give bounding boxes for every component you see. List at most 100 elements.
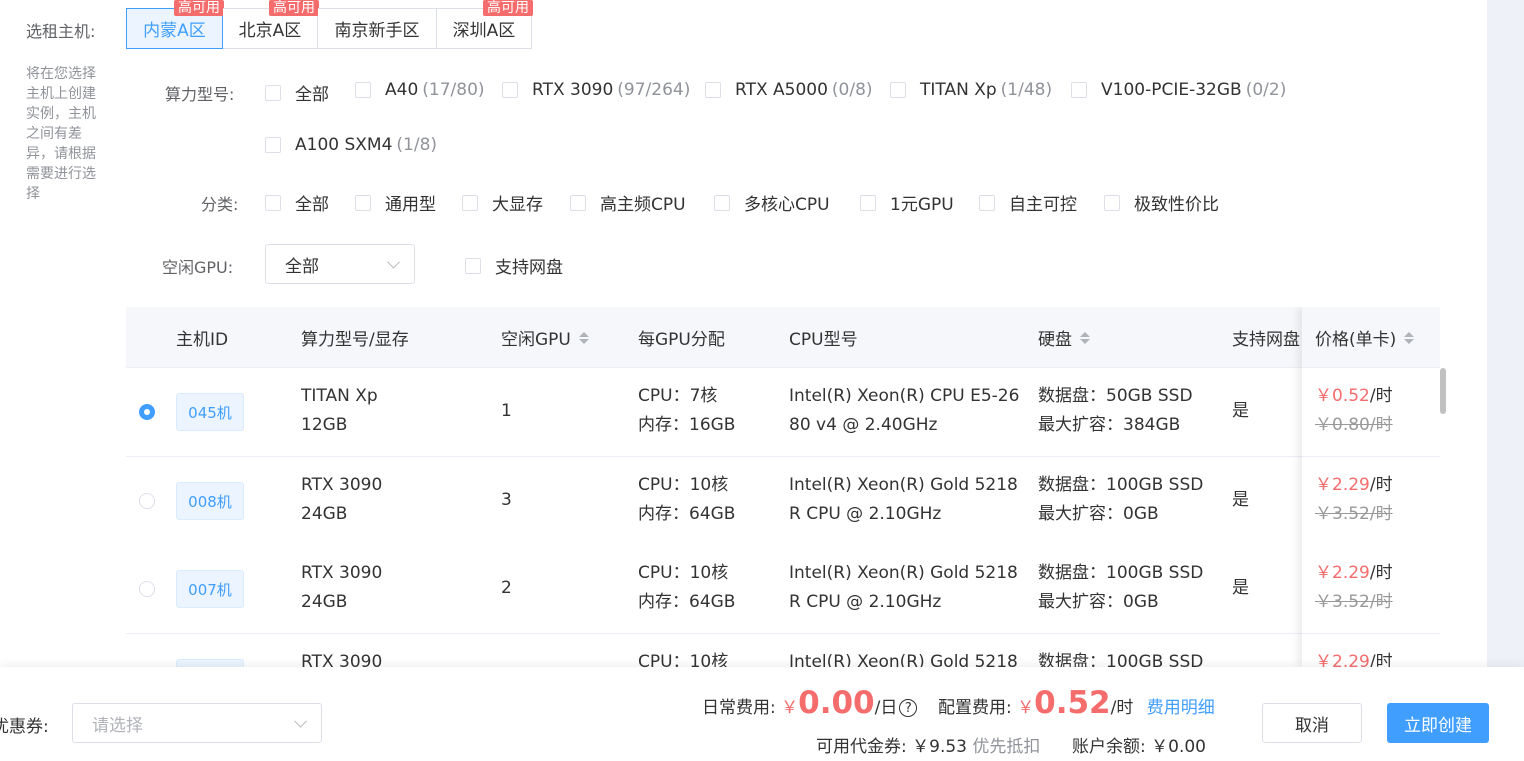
sort-icon[interactable] (1404, 331, 1415, 344)
voucher-info: 可用代金券: ￥9.53 优先抵扣 (816, 732, 1040, 757)
voucher-value: ￥9.53 (912, 737, 967, 757)
checkbox-box[interactable] (502, 82, 518, 98)
header-text: 空闲GPU (501, 330, 571, 350)
gpu-model-rtx3090-checkbox[interactable]: RTX 3090 (97/264) (502, 80, 690, 100)
col-header-disk[interactable]: 硬盘 (1038, 307, 1090, 368)
row-select-radio[interactable] (139, 493, 155, 509)
region-selector: 内蒙A区 高可用 北京A区 高可用 南京新手区 深圳A区 高可用 (126, 0, 533, 49)
checkbox-box[interactable] (705, 82, 721, 98)
checkbox-box[interactable] (714, 194, 730, 211)
checkbox-box[interactable] (462, 194, 478, 211)
cancel-button[interactable]: 取消 (1262, 703, 1362, 743)
max-expansion: 最大扩容：0GB (1038, 504, 1159, 524)
category-large-vram-checkbox[interactable]: 大显存 (462, 190, 543, 215)
net-disk-support: 是 (1232, 578, 1249, 598)
checkbox-label: TITAN Xp (920, 80, 997, 100)
category-best-value-checkbox[interactable]: 极致性价比 (1104, 190, 1219, 215)
checkbox-box[interactable] (265, 84, 281, 101)
price-value: ￥0.52 (1315, 386, 1370, 406)
per-gpu-cpu: CPU：10核 (638, 652, 729, 667)
table-row[interactable]: RTX 3090 CPU：10核 Intel(R) Xeon(R) Gold 5… (126, 634, 1440, 667)
gpu-model: TITAN Xp (301, 386, 378, 406)
region-tab-shenzhen-a[interactable]: 深圳A区 高可用 (437, 0, 533, 49)
checkbox-box[interactable] (265, 137, 281, 153)
select-value: 全部 (285, 256, 319, 277)
checkbox-box[interactable] (979, 194, 995, 211)
category-general-checkbox[interactable]: 通用型 (355, 190, 436, 215)
idle-gpu-count: 3 (501, 490, 512, 510)
original-price: ￥0.80/时 (1315, 415, 1393, 435)
table-row[interactable]: 045机 TITAN Xp 12GB 1 CPU：7核 内存：16GB Inte… (126, 368, 1440, 457)
checkbox-box[interactable] (860, 194, 876, 211)
header-text: 价格(单卡) (1315, 330, 1397, 350)
category-multicore-cpu-checkbox[interactable]: 多核心CPU (714, 190, 830, 215)
gpu-model-titanxp-checkbox[interactable]: TITAN Xp (1/48) (890, 80, 1052, 100)
voucher-hint: 优先抵扣 (972, 737, 1041, 757)
col-header-per-gpu: 每GPU分配 (638, 307, 725, 368)
price-unit: /时 (1369, 563, 1393, 583)
gpu-vram: 24GB (301, 504, 348, 524)
gpu-model-a40-checkbox[interactable]: A40 (17/80) (355, 80, 485, 100)
help-icon[interactable]: ? (899, 699, 918, 717)
balance-label: 账户余额: (1072, 737, 1146, 757)
host-id-tag: 008机 (176, 482, 244, 520)
gpu-model-label: 算力型号: (165, 85, 235, 104)
table-scrollbar[interactable] (1440, 368, 1446, 414)
per-gpu-memory: 内存：64GB (638, 592, 736, 612)
host-id-tag: 007机 (176, 570, 244, 608)
checkbox-box[interactable] (355, 194, 371, 211)
availability-count: (17/80) (422, 80, 485, 100)
right-background-strip (1487, 0, 1524, 761)
chevron-down-icon (294, 714, 307, 728)
sort-icon[interactable] (1080, 331, 1090, 344)
create-now-button[interactable]: 立即创建 (1387, 703, 1489, 743)
net-disk-support: 是 (1232, 490, 1249, 510)
checkbox-box[interactable] (1104, 194, 1120, 211)
chevron-down-icon (387, 255, 400, 269)
checkbox-box[interactable] (1071, 82, 1087, 98)
table-row[interactable]: 008机 RTX 3090 24GB 3 CPU：10核 内存：64GB Int… (126, 457, 1440, 546)
header-text: 主机ID (176, 330, 229, 350)
region-tab-label: 内蒙A区 (143, 21, 206, 41)
per-gpu-cpu: CPU：10核 (638, 563, 729, 583)
net-disk-checkbox[interactable]: 支持网盘 (465, 253, 563, 278)
category-high-freq-cpu-checkbox[interactable]: 高主频CPU (570, 190, 686, 215)
sort-icon[interactable] (578, 331, 589, 344)
row-select-radio[interactable] (139, 404, 155, 420)
gpu-model: RTX 3090 (301, 475, 383, 495)
checkbox-label: RTX A5000 (735, 80, 828, 100)
net-disk-support: 是 (1232, 401, 1249, 421)
category-one-yuan-gpu-checkbox[interactable]: 1元GPU (860, 190, 954, 215)
category-self-controlled-checkbox[interactable]: 自主可控 (979, 190, 1077, 215)
coupon-select[interactable]: 请选择 (72, 703, 322, 743)
checkbox-box[interactable] (890, 82, 906, 98)
col-header-idle-gpu[interactable]: 空闲GPU (501, 307, 589, 368)
col-header-price[interactable]: 价格(单卡) (1315, 307, 1415, 368)
checkbox-box[interactable] (570, 194, 586, 211)
idle-gpu-select[interactable]: 全部 (265, 244, 415, 284)
checkbox-label: 高主频CPU (600, 195, 686, 215)
checkbox-box[interactable] (265, 194, 281, 211)
col-header-net-disk: 支持网盘 (1232, 307, 1300, 368)
data-disk: 数据盘：50GB SSD (1038, 386, 1193, 406)
data-disk: 数据盘：100GB SSD (1038, 652, 1204, 667)
gpu-model-rtxa5000-checkbox[interactable]: RTX A5000 (0/8) (705, 80, 873, 100)
price-value: ￥2.29 (1315, 563, 1370, 583)
category-all-checkbox[interactable]: 全部 (265, 190, 329, 215)
row-select-radio[interactable] (139, 581, 155, 597)
region-tab-nanjing-newbie[interactable]: 南京新手区 (318, 8, 437, 49)
checkbox-box[interactable] (465, 257, 481, 274)
checkbox-box[interactable] (355, 82, 371, 98)
price-value: ￥2.29 (1315, 475, 1370, 495)
gpu-model-a100-checkbox[interactable]: A100 SXM4 (1/8) (265, 135, 437, 155)
price-unit: /时 (1369, 386, 1393, 406)
region-tab-beijing-a[interactable]: 北京A区 高可用 (223, 0, 319, 49)
table-row[interactable]: 007机 RTX 3090 24GB 2 CPU：10核 内存：64GB Int… (126, 545, 1440, 634)
price-unit: /时 (1369, 652, 1393, 667)
fee-detail-link[interactable]: 费用明细 (1147, 698, 1215, 718)
header-text: 每GPU分配 (638, 330, 725, 350)
gpu-model-v100-checkbox[interactable]: V100-PCIE-32GB (0/2) (1071, 80, 1286, 100)
gpu-model-all-checkbox[interactable]: 全部 (265, 80, 329, 105)
cpu-model-line1: Intel(R) Xeon(R) Gold 5218 (789, 652, 1018, 667)
region-tab-neimeng-a[interactable]: 内蒙A区 高可用 (126, 0, 224, 49)
